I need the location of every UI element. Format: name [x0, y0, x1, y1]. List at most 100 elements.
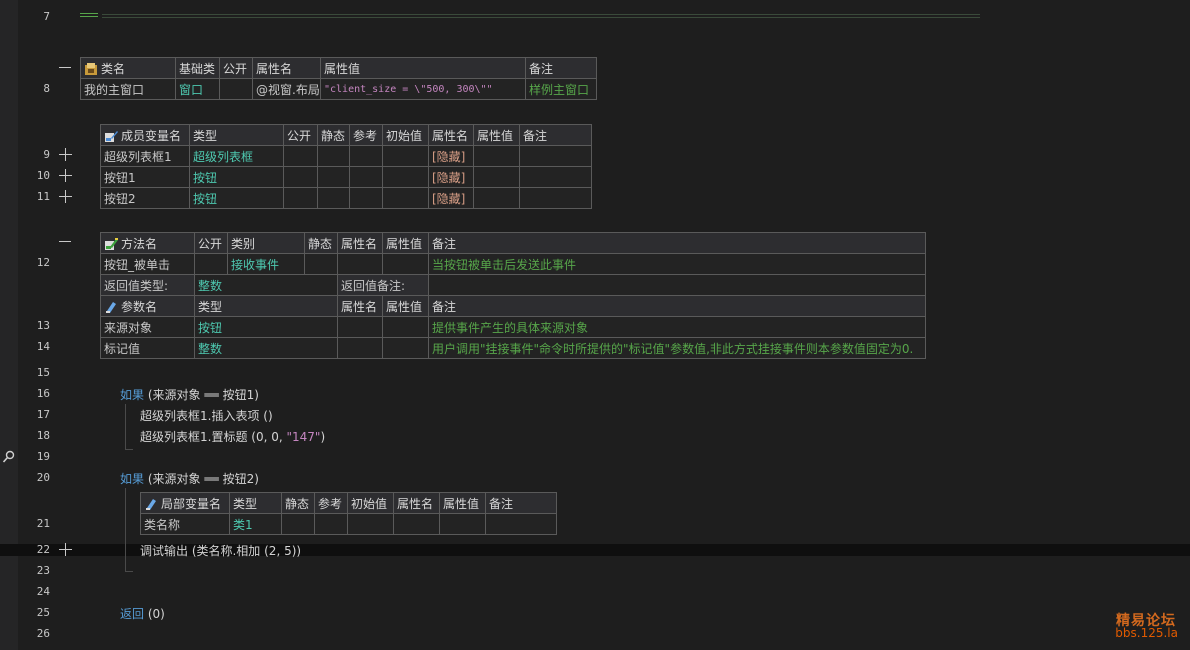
- expand-icon[interactable]: [58, 190, 72, 204]
- local-variable-table: 局部变量名 类型 静态 参考 初始值 属性名 属性值 备注 类名称 类1: [140, 492, 557, 535]
- return-note-label: 返回值备注:: [337, 274, 429, 296]
- attr-name-header: 属性名: [337, 232, 383, 254]
- local-variable-icon: [146, 498, 156, 510]
- type-header: 类型: [189, 124, 284, 146]
- reference-header: 参考: [314, 492, 348, 514]
- method-name-cell[interactable]: 按钮_被单击: [100, 253, 195, 275]
- code-line-insert-item[interactable]: 超级列表框1.插入表项 (): [140, 407, 273, 424]
- reference-cell[interactable]: [314, 513, 348, 535]
- public-cell[interactable]: [283, 187, 318, 209]
- attr-value-cell[interactable]: [473, 166, 520, 188]
- member-name-cell[interactable]: 超级列表框1: [100, 145, 190, 167]
- attr-name-cell[interactable]: [隐藏]: [428, 145, 474, 167]
- return-type-cell[interactable]: 整数: [194, 274, 338, 296]
- collapse-icon[interactable]: [58, 235, 72, 249]
- table-row[interactable]: 标记值 整数 用户调用"挂接事件"命令时所提供的"标记值"参数值,非此方式挂接事…: [100, 337, 926, 359]
- note-header: 备注: [519, 124, 592, 146]
- attr-value-cell[interactable]: [382, 316, 429, 338]
- static-cell[interactable]: [317, 187, 350, 209]
- attr-name-cell[interactable]: [337, 316, 383, 338]
- initial-value-cell[interactable]: [347, 513, 394, 535]
- attr-name-cell[interactable]: [337, 253, 383, 275]
- code-line-if1[interactable]: 如果 (来源对象 ══ 按钮1): [120, 386, 259, 403]
- note-header: 备注: [485, 492, 557, 514]
- type-cell[interactable]: 整数: [194, 337, 338, 359]
- note-cell[interactable]: [519, 145, 592, 167]
- note-header: 备注: [525, 57, 597, 79]
- type-cell[interactable]: 类1: [229, 513, 282, 535]
- note-cell[interactable]: 当按钮被单击后发送此事件: [428, 253, 926, 275]
- line-number: 10: [36, 169, 50, 182]
- attr-name-cell[interactable]: [隐藏]: [428, 187, 474, 209]
- static-cell[interactable]: [304, 253, 338, 275]
- note-cell[interactable]: [519, 166, 592, 188]
- code-line-return[interactable]: 返回 (0): [120, 605, 165, 622]
- return-row[interactable]: 返回值类型: 整数 返回值备注:: [100, 274, 926, 296]
- param-name-cell[interactable]: 标记值: [100, 337, 195, 359]
- attr-name-cell[interactable]: [337, 337, 383, 359]
- attr-name-cell[interactable]: @视窗.布局: [252, 78, 321, 100]
- class-name-cell[interactable]: 我的主窗口: [80, 78, 176, 100]
- type-cell[interactable]: 超级列表框: [189, 145, 284, 167]
- collapse-icon[interactable]: [58, 61, 72, 75]
- note-cell[interactable]: [519, 187, 592, 209]
- line-number: 21: [36, 517, 50, 530]
- table-row[interactable]: 类名称 类1: [140, 513, 557, 535]
- base-class-header: 基础类: [175, 57, 220, 79]
- attr-name-cell[interactable]: [隐藏]: [428, 166, 474, 188]
- local-name-cell[interactable]: 类名称: [140, 513, 230, 535]
- line-number: 20: [36, 471, 50, 484]
- attr-value-cell[interactable]: [473, 145, 520, 167]
- table-row[interactable]: 超级列表框1 超级列表框 [隐藏]: [100, 145, 592, 167]
- return-note-cell[interactable]: [428, 274, 926, 296]
- class-name-header: 类名: [80, 57, 176, 79]
- public-cell[interactable]: [194, 253, 228, 275]
- public-cell[interactable]: [283, 166, 318, 188]
- reference-cell[interactable]: [349, 187, 383, 209]
- table-row[interactable]: 按钮2 按钮 [隐藏]: [100, 187, 592, 209]
- separator-accent: [80, 13, 98, 14]
- note-cell[interactable]: [485, 513, 557, 535]
- initial-value-cell[interactable]: [382, 187, 429, 209]
- attr-name-cell[interactable]: [393, 513, 440, 535]
- member-name-cell[interactable]: 按钮1: [100, 166, 190, 188]
- public-header: 公开: [219, 57, 253, 79]
- line-number: 19: [36, 450, 50, 463]
- reference-cell[interactable]: [349, 145, 383, 167]
- table-row[interactable]: 按钮_被单击 接收事件 当按钮被单击后发送此事件: [100, 253, 926, 275]
- note-cell[interactable]: 提供事件产生的具体来源对象: [428, 316, 926, 338]
- attr-name-header: 属性名: [337, 295, 383, 317]
- public-cell[interactable]: [283, 145, 318, 167]
- if-condition: (来源对象 ══ 按钮1): [144, 388, 259, 402]
- attr-value-cell[interactable]: [473, 187, 520, 209]
- attr-value-cell[interactable]: "client_size = \"500, 300\"": [320, 78, 526, 100]
- reference-cell[interactable]: [349, 166, 383, 188]
- type-cell[interactable]: 按钮: [189, 166, 284, 188]
- note-cell[interactable]: 用户调用"挂接事件"命令时所提供的"标记值"参数值,非此方式挂接事件则本参数值固…: [428, 337, 926, 359]
- attr-value-cell[interactable]: [382, 253, 429, 275]
- base-class-cell[interactable]: 窗口: [175, 78, 220, 100]
- param-name-cell[interactable]: 来源对象: [100, 316, 195, 338]
- table-row[interactable]: 按钮1 按钮 [隐藏]: [100, 166, 592, 188]
- attr-value-cell[interactable]: [382, 337, 429, 359]
- static-cell[interactable]: [281, 513, 315, 535]
- type-cell[interactable]: 按钮: [189, 187, 284, 209]
- initial-value-cell[interactable]: [382, 166, 429, 188]
- category-cell[interactable]: 接收事件: [227, 253, 305, 275]
- public-cell[interactable]: [219, 78, 253, 100]
- expand-icon[interactable]: [58, 543, 72, 557]
- magnifier-icon[interactable]: [2, 450, 16, 464]
- attr-value-cell[interactable]: [439, 513, 486, 535]
- code-line-set-title[interactable]: 超级列表框1.置标题 (0, 0, "147"): [140, 428, 325, 445]
- expand-icon[interactable]: [58, 169, 72, 183]
- initial-value-cell[interactable]: [382, 145, 429, 167]
- code-line-debug-output[interactable]: 调试输出 (类名称.相加 (2, 5)): [140, 542, 301, 559]
- type-cell[interactable]: 按钮: [194, 316, 338, 338]
- static-cell[interactable]: [317, 145, 350, 167]
- note-cell[interactable]: 样例主窗口: [525, 78, 597, 100]
- code-line-if2[interactable]: 如果 (来源对象 ══ 按钮2): [120, 470, 259, 487]
- table-row[interactable]: 来源对象 按钮 提供事件产生的具体来源对象: [100, 316, 926, 338]
- expand-icon[interactable]: [58, 148, 72, 162]
- static-cell[interactable]: [317, 166, 350, 188]
- member-name-cell[interactable]: 按钮2: [100, 187, 190, 209]
